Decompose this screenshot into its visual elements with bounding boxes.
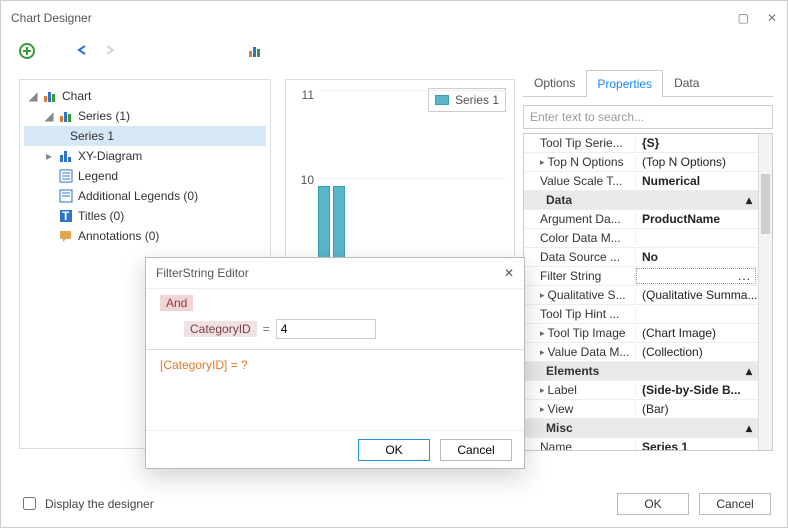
legends-icon [58, 188, 74, 204]
tree-chart[interactable]: ◢Chart [24, 86, 266, 106]
tree-addl-legends[interactable]: Additional Legends (0) [24, 186, 266, 206]
tab-properties[interactable]: Properties [586, 70, 663, 97]
filterstring-editor-dialog: FilterString Editor ✕ And CategoryID = [… [145, 257, 525, 469]
dialog-cancel-button[interactable]: Cancel [440, 439, 512, 461]
filter-preview: [CategoryID] = ? [160, 358, 510, 372]
chart-icon [42, 88, 58, 104]
titles-icon: T [58, 208, 74, 224]
filter-value-input[interactable] [276, 319, 376, 339]
tabs: Options Properties Data [523, 69, 773, 97]
add-icon[interactable] [19, 43, 35, 59]
tab-options[interactable]: Options [523, 69, 586, 96]
tree-series1[interactable]: Series 1 [24, 126, 266, 146]
group-operator[interactable]: And [160, 295, 193, 311]
annotations-icon [58, 228, 74, 244]
legend-icon [58, 168, 74, 184]
tree-xydiagram[interactable]: ▸XY-Diagram [24, 146, 266, 166]
filter-operator[interactable]: = [263, 322, 270, 336]
category-misc[interactable]: Misc▴ [524, 419, 772, 438]
tab-data[interactable]: Data [663, 69, 710, 96]
undo-icon[interactable] [75, 43, 91, 59]
tree-series-group[interactable]: ◢Series (1) [24, 106, 266, 126]
filter-field[interactable]: CategoryID [184, 321, 257, 337]
ok-button[interactable]: OK [617, 493, 689, 515]
svg-text:T: T [62, 209, 70, 223]
display-designer-label: Display the designer [45, 497, 154, 511]
filter-string-button[interactable]: ... [636, 268, 756, 284]
scrollbar[interactable] [758, 134, 772, 450]
dialog-title: FilterString Editor [156, 266, 249, 280]
titlebar: Chart Designer ▢ ✕ [1, 1, 787, 35]
dialog-ok-button[interactable]: OK [358, 439, 430, 461]
chart-type-icon[interactable] [247, 43, 263, 59]
toolbar [1, 35, 787, 67]
tree-titles[interactable]: TTitles (0) [24, 206, 266, 226]
maximize-icon[interactable]: ▢ [738, 11, 749, 25]
window-title: Chart Designer [11, 11, 92, 25]
tree-legend[interactable]: Legend [24, 166, 266, 186]
category-data[interactable]: Data▴ [524, 191, 772, 210]
close-icon[interactable]: ✕ [767, 11, 777, 25]
diagram-icon [58, 148, 74, 164]
prop-filter-string[interactable]: Filter String... [524, 267, 772, 286]
search-input[interactable]: Enter text to search... [523, 105, 773, 129]
tree-annotations[interactable]: Annotations (0) [24, 226, 266, 246]
chart-designer-window: Chart Designer ▢ ✕ ◢Chart ◢Series (1) Se… [0, 0, 788, 528]
dialog-close-icon[interactable]: ✕ [504, 266, 514, 280]
right-panel: Options Properties Data Enter text to se… [523, 69, 773, 459]
redo-icon[interactable] [101, 43, 117, 59]
series-group-icon [58, 108, 74, 124]
footer: Display the designer [19, 494, 154, 513]
cancel-button[interactable]: Cancel [699, 493, 771, 515]
display-designer-checkbox[interactable] [23, 497, 36, 510]
category-elements[interactable]: Elements▴ [524, 362, 772, 381]
condition-row: CategoryID = [184, 319, 510, 339]
property-grid: Tool Tip Serie...{S} ▸Top N Options(Top … [523, 133, 773, 451]
